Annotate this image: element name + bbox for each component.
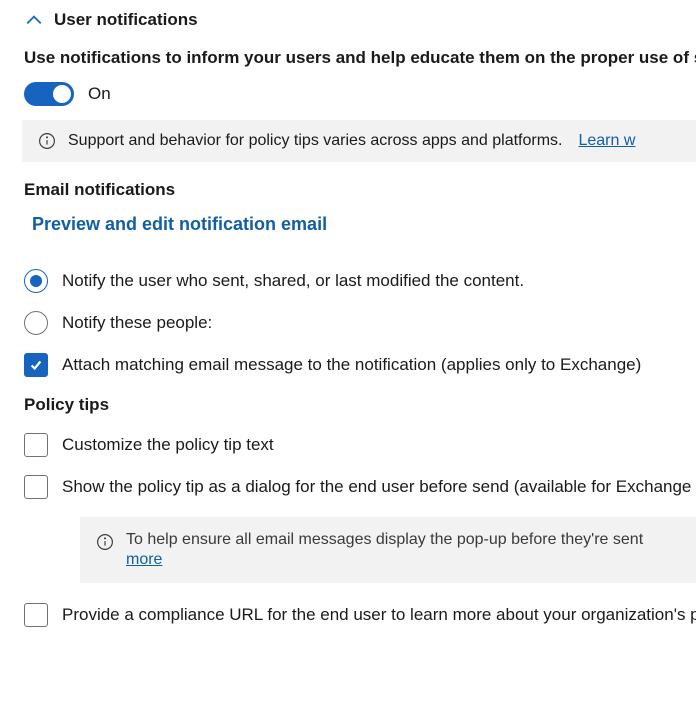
learn-more-link[interactable]: Learn w xyxy=(578,132,635,150)
customize-tip-checkbox[interactable] xyxy=(24,433,48,457)
notify-sender-label: Notify the user who sent, shared, or las… xyxy=(62,271,524,291)
attach-message-checkbox[interactable] xyxy=(24,353,48,377)
info-icon xyxy=(96,533,114,551)
info-text: Support and behavior for policy tips var… xyxy=(68,132,562,150)
chevron-up-icon xyxy=(24,10,44,30)
show-dialog-checkbox[interactable] xyxy=(24,475,48,499)
show-dialog-label: Show the policy tip as a dialog for the … xyxy=(62,477,696,497)
dialog-info-bar: To help ensure all email messages displa… xyxy=(80,517,696,583)
notifications-toggle[interactable] xyxy=(24,82,74,106)
policy-tips-info-bar: Support and behavior for policy tips var… xyxy=(22,120,696,162)
section-title: User notifications xyxy=(54,10,198,30)
notify-people-radio[interactable] xyxy=(24,311,48,335)
toggle-label: On xyxy=(88,84,111,104)
section-header[interactable]: User notifications xyxy=(24,10,696,30)
email-notifications-heading: Email notifications xyxy=(24,180,696,200)
attach-message-label: Attach matching email message to the not… xyxy=(62,355,641,375)
compliance-url-checkbox[interactable] xyxy=(24,603,48,627)
compliance-url-label: Provide a compliance URL for the end use… xyxy=(62,605,696,625)
dialog-info-learn-more-link[interactable]: more xyxy=(126,551,162,569)
notify-sender-radio[interactable] xyxy=(24,269,48,293)
dialog-info-text: To help ensure all email messages displa… xyxy=(126,531,643,549)
preview-edit-link[interactable]: Preview and edit notification email xyxy=(32,214,327,235)
notify-people-label: Notify these people: xyxy=(62,313,212,333)
policy-tips-heading: Policy tips xyxy=(24,395,696,415)
section-subtitle: Use notifications to inform your users a… xyxy=(24,48,696,68)
info-icon xyxy=(38,132,56,150)
customize-tip-label: Customize the policy tip text xyxy=(62,435,274,455)
